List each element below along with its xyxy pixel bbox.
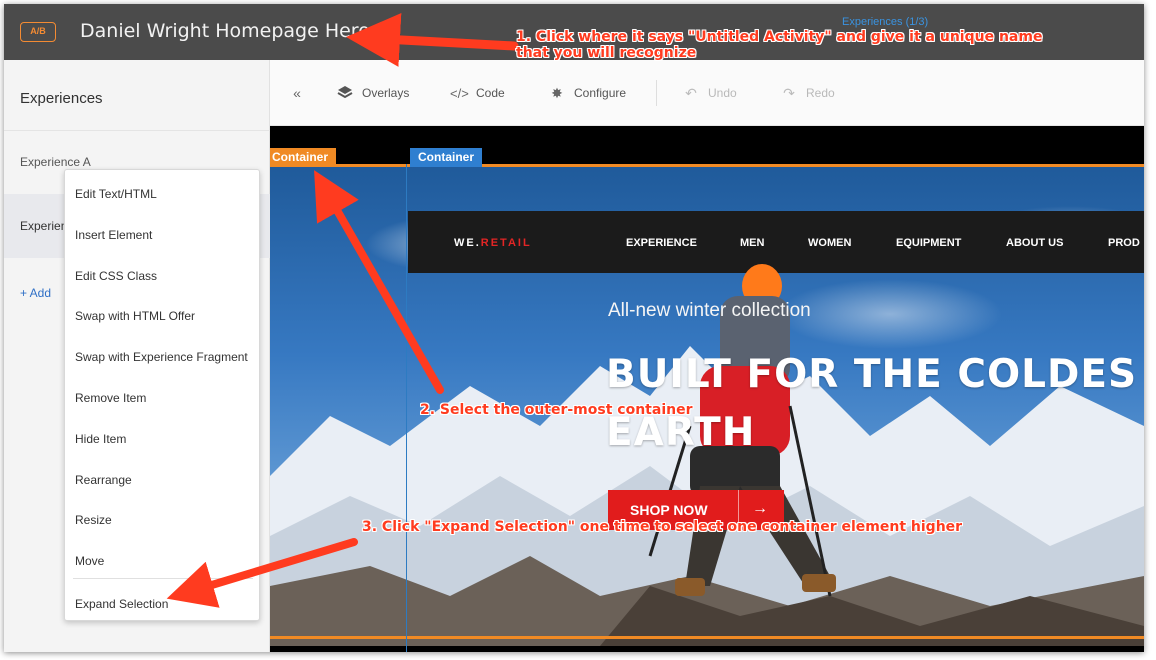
experience-counter: Experiences (1/3) — [842, 16, 929, 28]
outer-container-outline-bottom — [270, 636, 1144, 639]
menu-item-edit-css-class[interactable]: Edit CSS Class — [75, 266, 157, 286]
undo-label: Undo — [708, 86, 737, 100]
menu-item-swap-experience-fragment[interactable]: Swap with Experience Fragment — [75, 347, 248, 367]
toolbar-separator — [656, 80, 657, 106]
annotation-step-1-line-1: 1. Click where it says "Untitled Activit… — [516, 29, 1043, 45]
redo-button[interactable]: ↷ Redo — [780, 84, 835, 102]
ab-activity-badge: A/B — [20, 22, 56, 42]
activity-title[interactable]: Daniel Wright Homepage Hero — [80, 20, 370, 42]
sidebar-title: Experiences — [20, 90, 103, 107]
redo-label: Redo — [806, 86, 835, 100]
undo-button[interactable]: ↶ Undo — [682, 84, 737, 102]
outer-container-outline-top — [270, 164, 1144, 167]
nav-link-women[interactable]: WOMEN — [808, 237, 851, 249]
code-button[interactable]: </> Code — [450, 84, 505, 102]
code-label: Code — [476, 86, 505, 100]
overlays-button[interactable]: Overlays — [336, 84, 409, 102]
code-icon: </> — [450, 85, 469, 101]
hero-title-line-1: BUILT FOR THE COLDES — [606, 352, 1138, 397]
redo-icon: ↷ — [783, 84, 795, 101]
site-logo[interactable]: WE.RETAIL — [454, 237, 532, 249]
menu-separator — [73, 578, 253, 579]
arrow-right-icon: → — [752, 500, 768, 517]
configure-label: Configure — [574, 86, 627, 100]
layers-icon — [336, 85, 354, 102]
menu-item-expand-selection[interactable]: Expand Selection — [75, 594, 168, 614]
collapse-panel-button[interactable]: « — [288, 84, 306, 102]
outer-container-tag[interactable]: Container — [270, 148, 337, 167]
overlays-label: Overlays — [362, 86, 410, 100]
brand-prefix: WE. — [454, 237, 481, 249]
configure-button[interactable]: ✸ Configure — [548, 84, 626, 102]
element-context-menu: Edit Text/HTML Insert Element Edit CSS C… — [64, 169, 260, 621]
menu-item-edit-text-html[interactable]: Edit Text/HTML — [75, 184, 157, 204]
nav-link-about-us[interactable]: ABOUT US — [1006, 237, 1063, 249]
menu-item-rearrange[interactable]: Rearrange — [75, 470, 132, 490]
app-window: A/B Daniel Wright Homepage Hero Experien… — [4, 4, 1144, 652]
menu-item-move[interactable]: Move — [75, 551, 104, 571]
menu-item-resize[interactable]: Resize — [75, 510, 112, 530]
page-preview-canvas[interactable]: Container Container WE.RETAIL EXPERIENCE… — [270, 126, 1144, 652]
annotation-step-1: 1. Click where it says "Untitled Activit… — [516, 29, 1042, 61]
nav-link-men[interactable]: MEN — [740, 237, 764, 249]
menu-item-hide-item[interactable]: Hide Item — [75, 429, 126, 449]
inner-container-outline — [406, 164, 407, 652]
brand-accent: RETAIL — [480, 237, 532, 249]
annotation-step-3: 3. Click "Expand Selection" one time to … — [362, 519, 963, 535]
double-chevron-left-icon: « — [293, 85, 301, 101]
editor-toolbar: « Overlays </> Code ✸ Configure ↶ Undo ↷… — [270, 60, 1144, 126]
gear-icon: ✸ — [551, 84, 563, 101]
nav-link-products[interactable]: PROD — [1108, 237, 1140, 249]
inner-container-tag[interactable]: Container — [410, 148, 483, 167]
undo-icon: ↶ — [685, 84, 697, 101]
annotation-step-2: 2. Select the outer-most container — [420, 402, 693, 418]
hero-subtitle: All-new winter collection — [608, 300, 811, 321]
annotation-step-1-line-2: that you will recognize — [516, 45, 697, 61]
add-experience-button[interactable]: + Add — [20, 286, 51, 300]
sidebar-divider — [4, 130, 270, 131]
nav-link-equipment[interactable]: EQUIPMENT — [896, 237, 961, 249]
menu-item-swap-html-offer[interactable]: Swap with HTML Offer — [75, 306, 195, 326]
menu-item-insert-element[interactable]: Insert Element — [75, 225, 152, 245]
shop-now-label: SHOP NOW — [630, 502, 708, 518]
menu-item-remove-item[interactable]: Remove Item — [75, 388, 146, 408]
nav-link-experience[interactable]: EXPERIENCE — [626, 237, 697, 249]
